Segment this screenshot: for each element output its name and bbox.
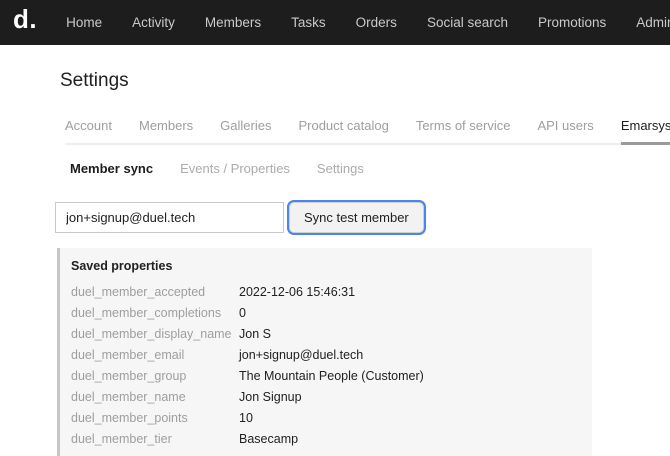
property-key: duel_member_completions	[71, 306, 222, 320]
property-key: duel_member_group	[71, 369, 187, 383]
saved-properties-panel: Saved properties duel_member_accepted 20…	[57, 248, 592, 456]
nav-item-orders[interactable]: Orders	[356, 15, 397, 30]
emarsys-subtabs: Member sync Events / Properties Settings	[70, 161, 670, 176]
property-row-group: duel_member_group The Mountain People (C…	[71, 366, 582, 387]
property-row-points: duel_member_points 10	[71, 408, 582, 429]
property-value: 2022-12-06 15:46:31	[239, 285, 356, 299]
tab-terms-of-service[interactable]: Terms of service	[416, 114, 511, 145]
property-key: duel_member_email	[71, 348, 185, 362]
nav-item-admin[interactable]: Admin	[636, 15, 670, 30]
property-value: Jon S	[239, 327, 271, 341]
subtab-events-properties[interactable]: Events / Properties	[180, 161, 290, 176]
property-row-tier: duel_member_tier Basecamp	[71, 429, 582, 450]
property-row-accepted: duel_member_accepted 2022-12-06 15:46:31	[71, 282, 582, 303]
property-row-completions: duel_member_completions 0	[71, 303, 582, 324]
tab-account[interactable]: Account	[65, 114, 112, 145]
subtab-settings[interactable]: Settings	[317, 161, 364, 176]
subtab-member-sync[interactable]: Member sync	[70, 161, 153, 176]
property-value: The Mountain People (Customer)	[239, 369, 424, 383]
nav-items: Home Activity Members Tasks Orders Socia…	[66, 15, 670, 30]
property-key: duel_member_display_name	[71, 327, 232, 341]
nav-item-social-search[interactable]: Social search	[427, 15, 508, 30]
tab-galleries[interactable]: Galleries	[220, 114, 271, 145]
property-row-email: duel_member_email jon+signup@duel.tech	[71, 345, 582, 366]
property-row-name: duel_member_name Jon Signup	[71, 387, 582, 408]
property-value: Jon Signup	[239, 390, 302, 404]
top-navbar: d. Home Activity Members Tasks Orders So…	[0, 0, 670, 45]
property-value: 10	[239, 411, 253, 425]
property-key: duel_member_name	[71, 390, 186, 404]
sync-test-member-button[interactable]: Sync test member	[289, 202, 424, 233]
property-key: duel_member_accepted	[71, 285, 206, 299]
page-title: Settings	[60, 70, 129, 91]
tab-emarsys[interactable]: Emarsys	[620, 114, 670, 145]
settings-tabs: Account Members Galleries Product catalo…	[65, 114, 670, 145]
nav-item-home[interactable]: Home	[66, 15, 102, 30]
nav-item-tasks[interactable]: Tasks	[291, 15, 326, 30]
saved-properties-title: Saved properties	[71, 259, 173, 273]
tab-product-catalog[interactable]: Product catalog	[298, 114, 388, 145]
nav-item-members[interactable]: Members	[205, 15, 261, 30]
property-key: duel_member_tier	[71, 432, 172, 446]
member-sync-form: Sync test member	[55, 202, 670, 233]
property-key: duel_member_points	[71, 411, 188, 425]
tab-members[interactable]: Members	[139, 114, 193, 145]
property-value: Basecamp	[239, 432, 299, 446]
logo[interactable]: d.	[13, 4, 37, 35]
property-value: 0	[239, 306, 246, 320]
tab-api-users[interactable]: API users	[537, 114, 593, 145]
nav-item-activity[interactable]: Activity	[132, 15, 175, 30]
member-email-input[interactable]	[55, 202, 284, 233]
property-value: jon+signup@duel.tech	[239, 348, 364, 362]
property-row-display-name: duel_member_display_name Jon S	[71, 324, 582, 345]
nav-item-promotions[interactable]: Promotions	[538, 15, 606, 30]
